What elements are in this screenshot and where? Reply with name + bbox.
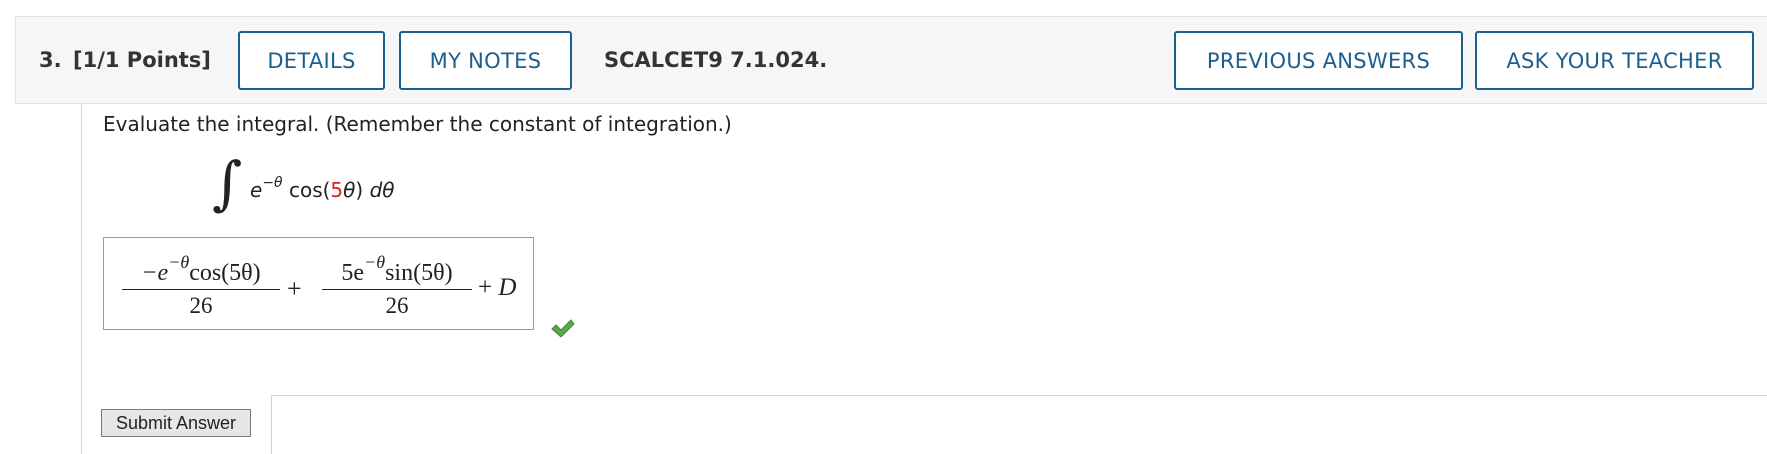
fraction-2-bar xyxy=(322,289,472,290)
question-points: [1/1 Points] xyxy=(73,48,211,72)
integrand-variable: θ xyxy=(343,178,356,202)
submit-message-area xyxy=(271,395,1767,454)
check-icon xyxy=(551,319,575,338)
fraction-1-numerator: −e−θcos(5θ) xyxy=(122,248,280,287)
details-button[interactable]: DETAILS xyxy=(238,31,385,90)
fraction-1-rest: cos(5θ) xyxy=(189,260,261,286)
fraction-2-denominator: 26 xyxy=(385,293,409,318)
integrand-func-close: ) xyxy=(355,178,370,202)
integrand-func-open: cos( xyxy=(282,178,331,202)
answer-fraction-2: 5e−θsin(5θ) 26 xyxy=(322,248,472,319)
submit-answer-button[interactable]: Submit Answer xyxy=(101,409,251,437)
fraction-1-prefix: −e xyxy=(141,260,169,286)
answer-display: −e−θcos(5θ) 26 + 5e−θsin(5θ) 26 + D xyxy=(103,237,534,330)
answer-plus-sign: + xyxy=(287,274,302,303)
integrand-exponent: −θ xyxy=(262,175,283,191)
question-code: SCALCET9 7.1.024. xyxy=(604,48,828,72)
fraction-2-exponent: −θ xyxy=(364,252,386,272)
integrand-coefficient: 5 xyxy=(330,178,344,202)
answer-constant-term: + D xyxy=(478,274,516,302)
fraction-1-exponent: −θ xyxy=(168,252,190,272)
fraction-2-numerator: 5e−θsin(5θ) xyxy=(322,248,472,287)
fraction-1-bar xyxy=(122,289,280,290)
constant-of-integration: D xyxy=(498,274,517,301)
question-number: 3. xyxy=(39,48,62,72)
answer-fraction-1: −e−θcos(5θ) 26 xyxy=(122,248,280,319)
content-divider xyxy=(81,104,82,454)
problem-instructions: Evaluate the integral. (Remember the con… xyxy=(103,112,732,136)
my-notes-button[interactable]: MY NOTES xyxy=(399,31,572,90)
ask-your-teacher-button[interactable]: ASK YOUR TEACHER xyxy=(1475,31,1754,90)
fraction-2-rest: sin(5θ) xyxy=(385,260,453,286)
integrand-base: e xyxy=(250,178,263,202)
question-header: 3. [1/1 Points] DETAILS MY NOTES SCALCET… xyxy=(15,16,1767,104)
integral-sign: ∫ xyxy=(212,149,243,217)
integrand: e−θ cos(5θ) dθ xyxy=(250,175,395,202)
previous-answers-button[interactable]: PREVIOUS ANSWERS xyxy=(1174,31,1463,90)
fraction-2-prefix: 5e xyxy=(341,260,365,286)
integrand-differential: dθ xyxy=(369,178,395,202)
constant-plus-sign: + xyxy=(478,274,493,301)
fraction-1-denominator: 26 xyxy=(189,293,213,318)
